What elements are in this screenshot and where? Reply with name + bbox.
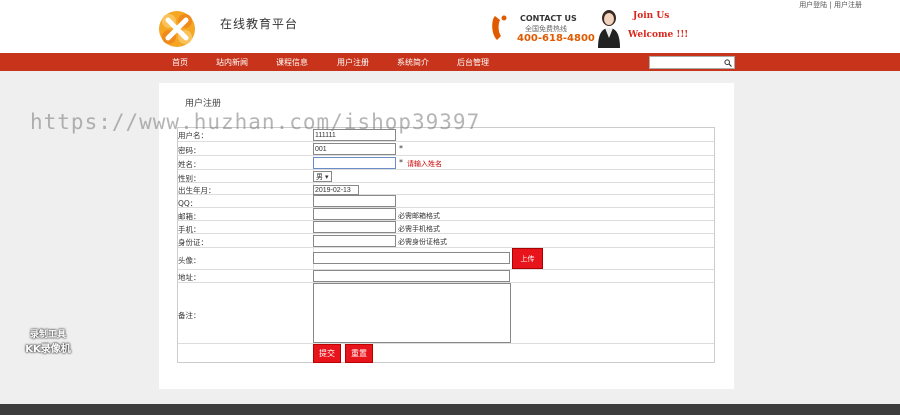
submit-button[interactable]: 提交 (313, 344, 341, 363)
row-email: 邮箱： 必需邮箱格式 (178, 208, 714, 221)
nav-item-courses[interactable]: 课程信息 (276, 57, 308, 68)
site-title: 在线教育平台 (220, 17, 299, 31)
password-label: 密码： (178, 146, 201, 155)
row-address: 地址： (178, 270, 714, 283)
row-avatar: 头像： 上传 (178, 248, 714, 270)
row-name: 姓名： * 请输入姓名 (178, 156, 714, 170)
nav-item-news[interactable]: 站内新闻 (216, 57, 248, 68)
avatar (596, 8, 622, 48)
register-link[interactable]: 用户注册 (834, 1, 862, 9)
footer (0, 404, 900, 415)
recorder-badge: 录制工具 KK录像机 (14, 327, 82, 355)
gender-value: 男 (316, 172, 323, 181)
row-qq: QQ： (178, 195, 714, 208)
register-form: 用户名： 密码： * 姓名： * 请输入姓名 性别： 男 ▾ 出生年月： QQ：… (177, 127, 715, 363)
address-label: 地址： (178, 273, 201, 282)
idcard-label: 身份证： (178, 238, 208, 247)
phone-icon (490, 14, 510, 42)
row-birth: 出生年月： (178, 183, 714, 195)
search-box (649, 56, 735, 69)
password-input[interactable] (313, 143, 396, 155)
idcard-hint: 必需身份证格式 (398, 238, 447, 246)
phone-input[interactable] (313, 221, 396, 233)
reset-button[interactable]: 重置 (345, 344, 373, 363)
required-mark: * (399, 144, 403, 153)
page-title: 用户注册 (185, 99, 222, 109)
watermark: https://www.huzhan.com/ishop39397 (30, 110, 481, 134)
contact-block: CONTACT US 全国免费热线 400-618-4800 (490, 12, 595, 46)
name-input[interactable] (313, 157, 396, 169)
avatar-label: 头像： (178, 256, 201, 265)
login-link[interactable]: 用户登陆 (799, 1, 827, 9)
recorder-line2: KK录像机 (25, 344, 71, 355)
top-links: 用户登陆 | 用户注册 (799, 1, 862, 9)
search-icon[interactable] (724, 59, 732, 67)
logo-icon[interactable] (158, 10, 196, 48)
avatar-path-input[interactable] (313, 252, 510, 264)
nav-item-about[interactable]: 系统简介 (397, 57, 429, 68)
phone-hint: 必需手机格式 (398, 225, 440, 233)
email-input[interactable] (313, 208, 396, 220)
main-nav: 首页 站内新闻 课程信息 用户注册 系统简介 后台管理 (0, 53, 900, 71)
email-hint: 必需邮箱格式 (398, 212, 440, 220)
idcard-input[interactable] (313, 235, 396, 247)
nav-item-home[interactable]: 首页 (172, 57, 188, 68)
birth-input[interactable] (313, 185, 359, 195)
nav-item-admin[interactable]: 后台管理 (457, 57, 489, 68)
recorder-line1: 录制工具 (29, 330, 66, 340)
upload-button[interactable]: 上传 (512, 248, 543, 269)
chevron-down-icon: ▾ (325, 172, 329, 181)
row-password: 密码： * (178, 142, 714, 156)
row-actions: 提交 重置 (178, 344, 714, 364)
gender-select[interactable]: 男 ▾ (313, 171, 332, 182)
row-remark: 备注： (178, 283, 714, 344)
join-us-text: Join Us (633, 11, 670, 21)
contact-en: CONTACT US (520, 14, 577, 23)
site-header: 用户登陆 | 用户注册 在线教育平台 CONTACT US 全国免费热线 400… (0, 0, 900, 53)
remark-label: 备注： (178, 311, 201, 320)
qq-input[interactable] (313, 195, 396, 207)
row-phone: 手机： 必需手机格式 (178, 221, 714, 234)
remark-textarea[interactable] (313, 283, 511, 343)
nav-item-register[interactable]: 用户注册 (337, 57, 369, 68)
name-label: 姓名： (178, 160, 201, 169)
welcome-text: Welcome !!! (628, 30, 689, 40)
contact-number: 400-618-4800 (517, 33, 595, 44)
row-gender: 性别： 男 ▾ (178, 170, 714, 183)
name-error: 请输入姓名 (407, 160, 442, 168)
address-input[interactable] (313, 270, 510, 282)
search-input[interactable] (651, 57, 721, 68)
row-idcard: 身份证： 必需身份证格式 (178, 234, 714, 248)
required-mark: * (399, 158, 403, 167)
